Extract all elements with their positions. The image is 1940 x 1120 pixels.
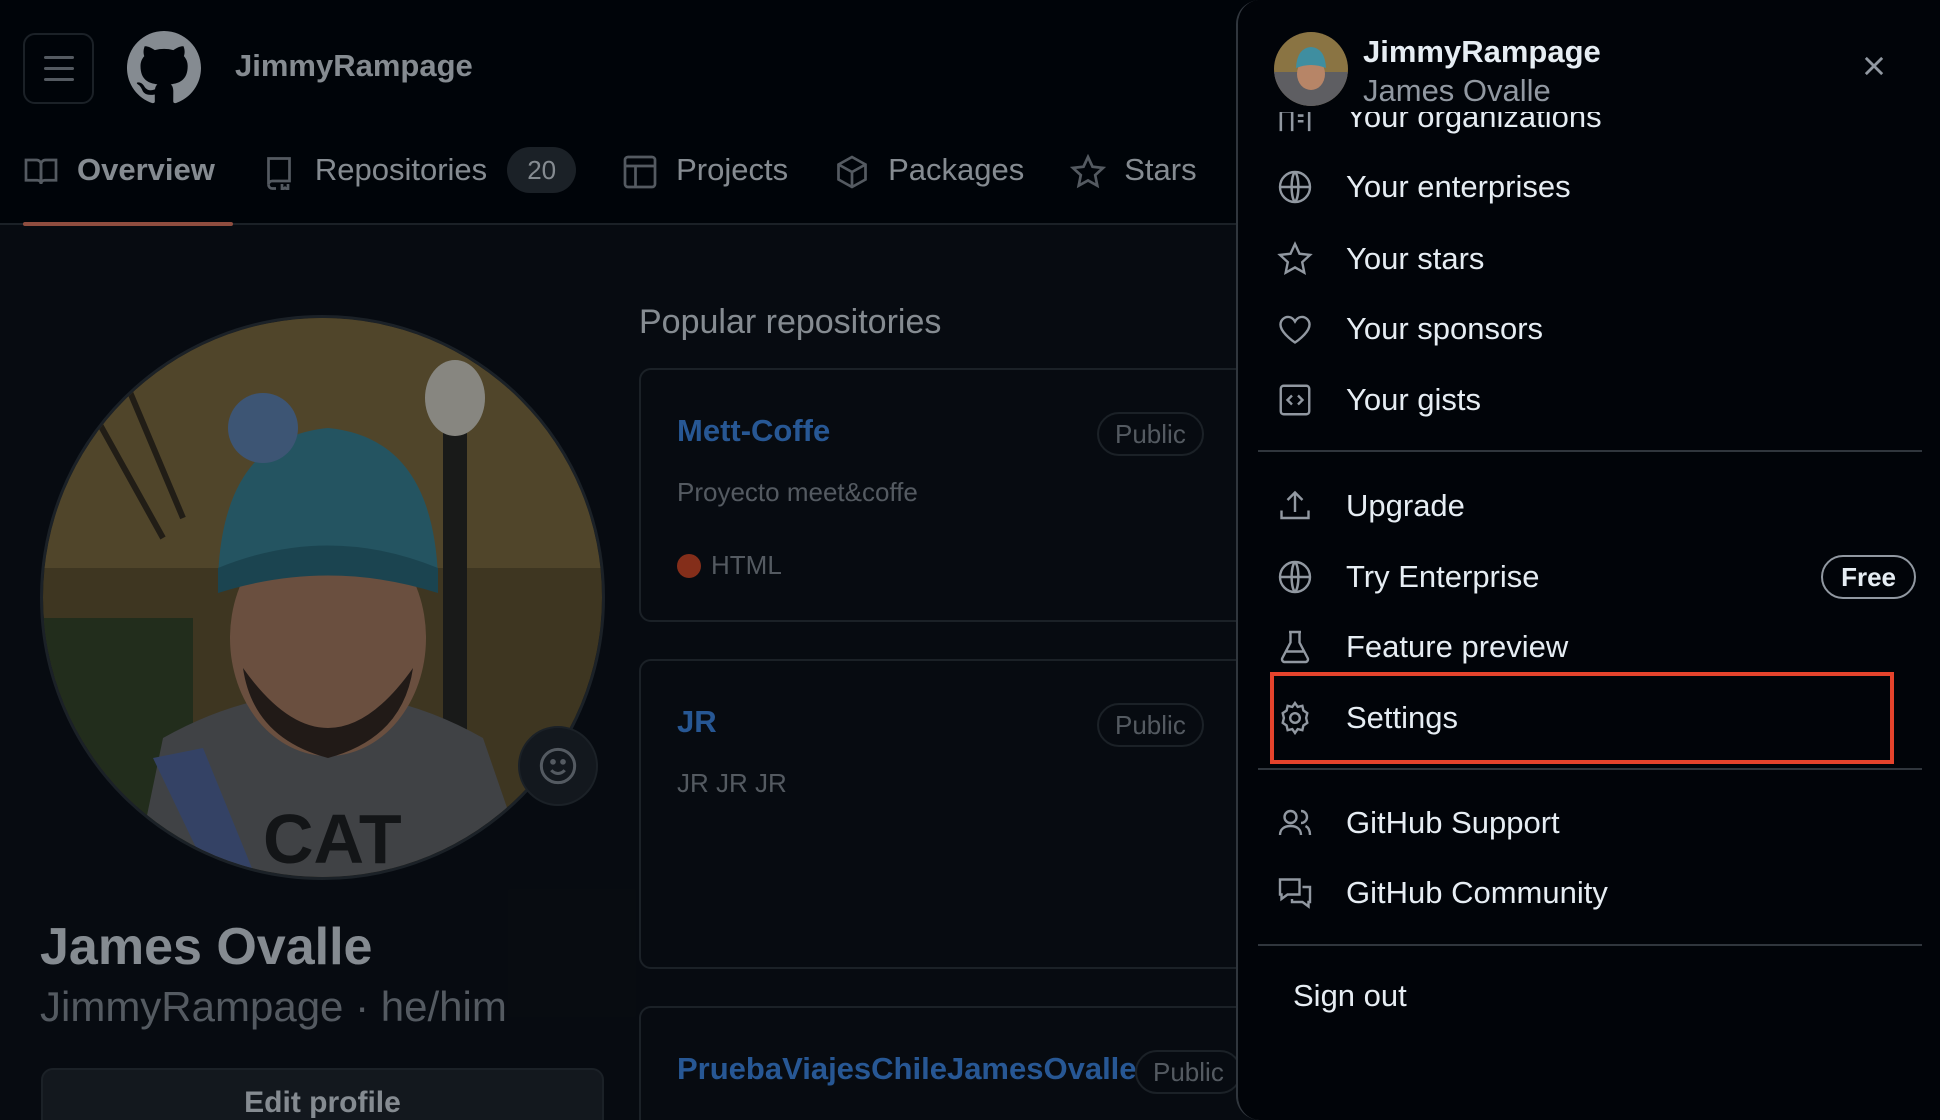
menu-item-your-sponsors[interactable]: Your sponsors	[1260, 298, 1920, 360]
drawer-scroll-area: Your organizations JimmyRampage James Ov…	[1238, 0, 1940, 1120]
menu-divider	[1258, 944, 1922, 946]
close-drawer-button[interactable]	[1852, 44, 1896, 88]
menu-item-try-enterprise[interactable]: Try Enterprise Free	[1260, 546, 1920, 608]
menu-item-github-community[interactable]: GitHub Community	[1260, 862, 1920, 924]
menu-item-settings[interactable]: Settings	[1260, 687, 1920, 749]
user-menu-drawer: Your organizations JimmyRampage James Ov…	[1236, 0, 1940, 1120]
menu-item-your-enterprises[interactable]: Your enterprises	[1260, 156, 1920, 218]
menu-item-label: GitHub Community	[1346, 875, 1608, 910]
menu-item-label: Your sponsors	[1346, 311, 1544, 346]
menu-item-label: Your gists	[1346, 382, 1481, 417]
sign-out-link[interactable]: Sign out	[1293, 978, 1407, 1014]
free-badge: Free	[1821, 555, 1916, 599]
menu-item-feature-preview[interactable]: Feature preview	[1260, 616, 1920, 678]
globe-icon	[1276, 558, 1314, 596]
menu-item-github-support[interactable]: GitHub Support	[1260, 792, 1920, 854]
drawer-full-name: James Ovalle	[1363, 73, 1551, 108]
comment-discussion-icon	[1276, 874, 1314, 912]
gear-icon	[1276, 699, 1314, 737]
menu-item-your-gists[interactable]: Your gists	[1260, 369, 1920, 431]
beaker-icon	[1276, 628, 1314, 666]
upload-icon	[1276, 487, 1314, 525]
menu-item-label: Try Enterprise	[1346, 559, 1540, 594]
drawer-avatar	[1274, 32, 1348, 106]
menu-item-label: Your stars	[1346, 241, 1485, 276]
menu-item-label: Your enterprises	[1346, 169, 1571, 204]
globe-icon	[1276, 168, 1314, 206]
menu-item-label: Upgrade	[1346, 488, 1465, 523]
close-icon	[1864, 56, 1884, 76]
menu-item-label: GitHub Support	[1346, 805, 1560, 840]
menu-item-upgrade[interactable]: Upgrade	[1260, 475, 1920, 537]
menu-item-label: Feature preview	[1346, 629, 1569, 664]
drawer-login: JimmyRampage	[1363, 34, 1601, 69]
heart-icon	[1276, 310, 1314, 348]
code-square-icon	[1276, 381, 1314, 419]
menu-item-label: Settings	[1346, 700, 1459, 735]
menu-divider	[1258, 450, 1922, 452]
menu-item-your-stars[interactable]: Your stars	[1260, 228, 1920, 290]
avatar-photo	[1274, 32, 1348, 106]
star-icon	[1276, 240, 1314, 278]
people-icon	[1276, 804, 1314, 842]
menu-divider	[1258, 768, 1922, 770]
